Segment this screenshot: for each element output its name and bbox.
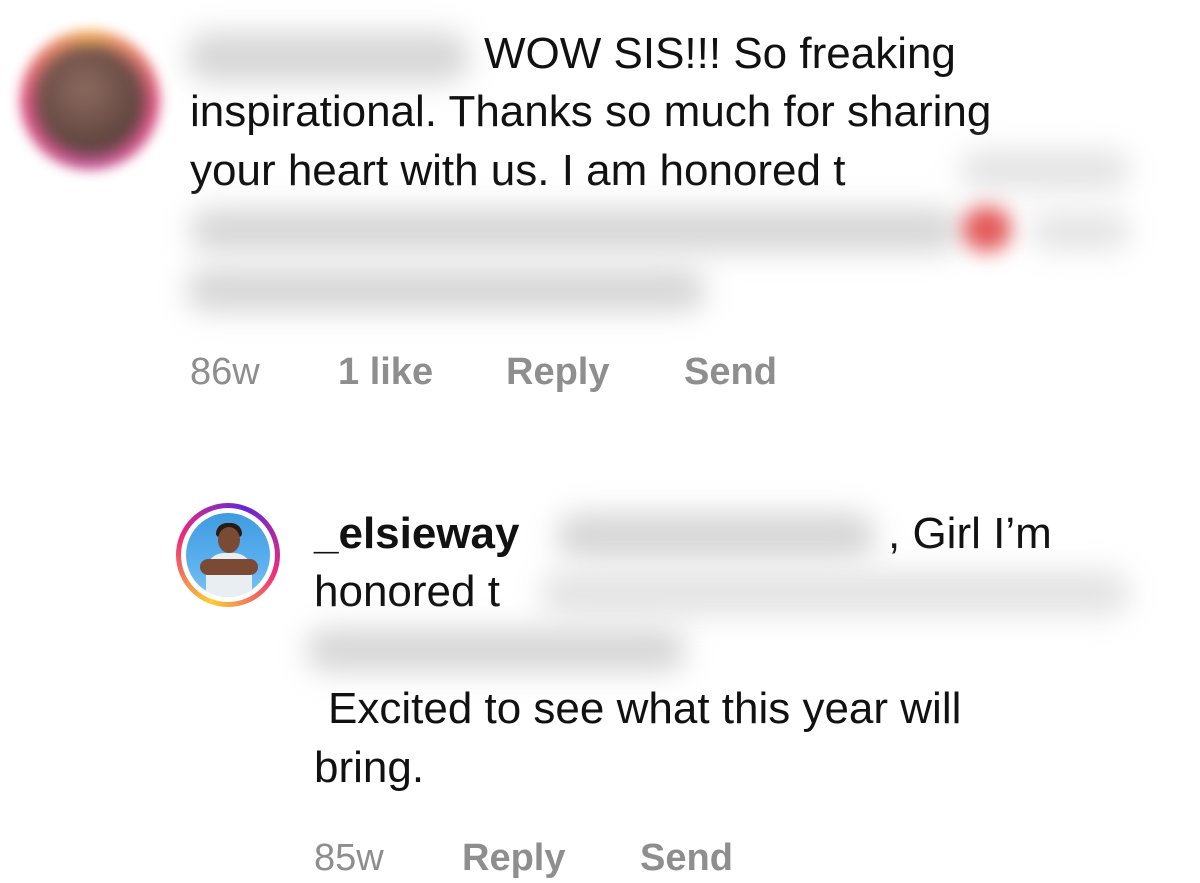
redacted-text	[306, 628, 686, 672]
redacted-text	[1030, 212, 1130, 250]
avatar-head	[218, 527, 240, 553]
comment-text-line: WOW SIS!!! So freaking	[484, 29, 956, 78]
redacted-heart-emoji	[962, 206, 1012, 252]
comment-text-line: bring.	[314, 743, 425, 792]
redacted-text	[186, 268, 706, 312]
comment-text-line: Excited to see what this year will	[328, 684, 962, 733]
redacted-text	[540, 570, 1130, 616]
reply-button[interactable]: Reply	[462, 836, 565, 880]
likes-count-button[interactable]: 1 like	[338, 350, 433, 394]
send-button[interactable]: Send	[684, 350, 777, 394]
reply-button[interactable]: Reply	[506, 350, 609, 394]
avatar-image	[34, 44, 146, 156]
comment-age: 85w	[314, 837, 384, 879]
comment-text-line: inspirational. Thanks so much for sharin…	[190, 87, 992, 136]
avatar-arms	[200, 559, 258, 575]
comment-age: 86w	[190, 351, 260, 393]
redacted-text	[960, 150, 1130, 190]
comment-text-line: your heart with us. I am honored t	[190, 146, 846, 195]
comments-thread: WOW SIS!!! So freaking inspirational. Th…	[0, 0, 1200, 883]
redacted-username	[186, 32, 470, 82]
username-link[interactable]: _elsieway	[314, 508, 520, 560]
avatar-image	[186, 513, 270, 597]
comment-text-line: honored t	[314, 567, 500, 616]
redacted-mention	[556, 512, 876, 560]
send-button[interactable]: Send	[640, 836, 733, 880]
commenter-avatar[interactable]	[20, 30, 160, 170]
commenter-avatar[interactable]	[176, 503, 280, 607]
avatar-border	[181, 508, 275, 602]
comment-text-line: , Girl I’m	[888, 509, 1052, 558]
redacted-text	[190, 208, 960, 252]
